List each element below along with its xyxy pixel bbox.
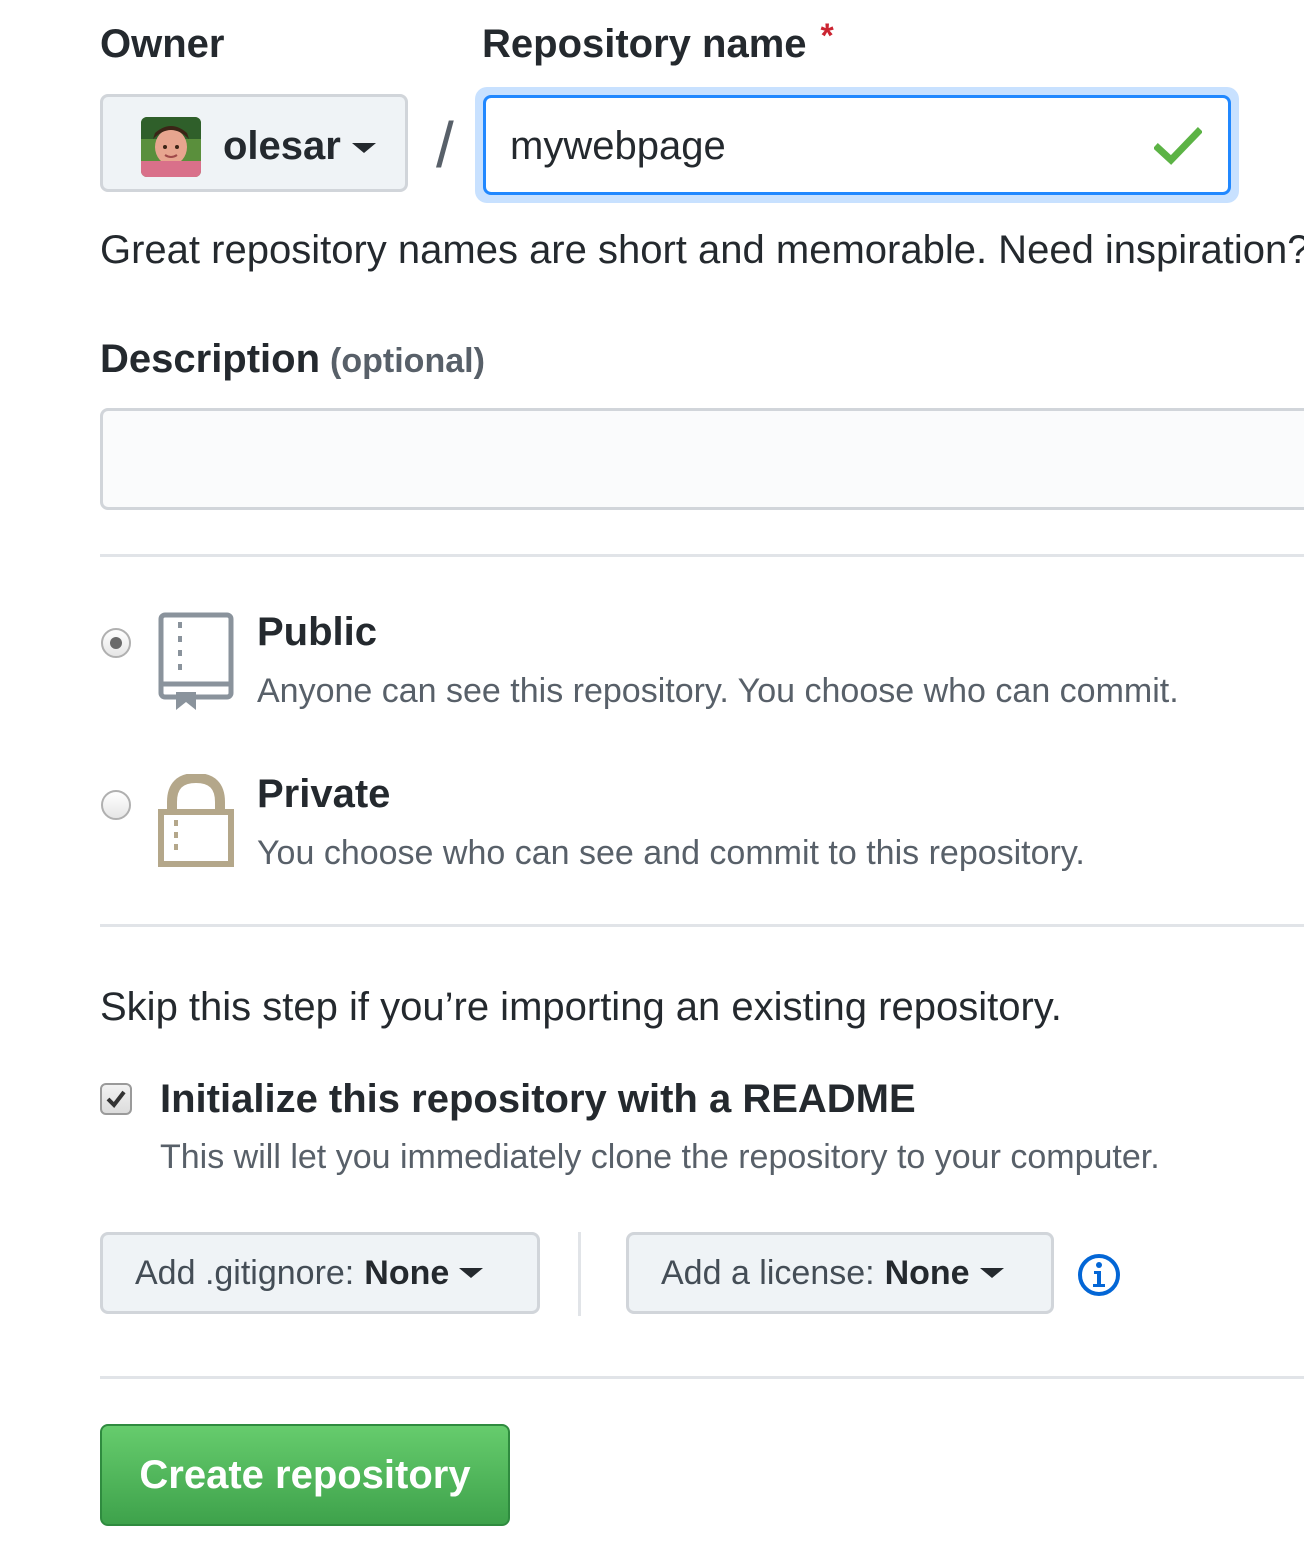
readme-label[interactable]: Initialize this repository with a README (160, 1077, 916, 1122)
readme-checkbox[interactable] (100, 1083, 132, 1115)
readme-description: This will let you immediately clone the … (160, 1138, 1160, 1176)
chevron-down-icon (979, 1268, 1004, 1278)
gitignore-value: None (364, 1253, 450, 1292)
repository-name-value: mywebpage (510, 124, 726, 168)
chevron-down-icon (459, 1268, 484, 1278)
owner-dropdown[interactable]: olesar (100, 94, 408, 192)
lock-icon (158, 774, 234, 867)
owner-name: olesar (223, 124, 341, 168)
private-description: You choose who can see and commit to thi… (257, 834, 1085, 872)
license-dropdown[interactable]: Add a license: None (626, 1232, 1054, 1314)
skip-step-text: Skip this step if you’re importing an ex… (100, 985, 1062, 1029)
license-value: None (884, 1253, 970, 1292)
public-title: Public (257, 610, 378, 654)
repository-name-input[interactable]: mywebpage (483, 95, 1231, 195)
repository-name-focus-ring: mywebpage (475, 87, 1239, 203)
info-icon[interactable] (1077, 1253, 1121, 1297)
description-label: Description (optional) (100, 337, 485, 382)
user-avatar-icon (141, 117, 201, 177)
public-description: Anyone can see this repository. You choo… (257, 672, 1179, 710)
description-label-text: Description (100, 337, 321, 381)
license-prefix: Add a license: (661, 1253, 875, 1292)
create-repository-button[interactable]: Create repository (100, 1424, 510, 1526)
gitignore-prefix: Add .gitignore: (135, 1253, 355, 1292)
required-marker: * (820, 17, 834, 55)
private-radio[interactable] (101, 790, 131, 820)
avatar (141, 117, 201, 177)
new-repository-form: Owner Repository name * olesar / mywebpag… (0, 0, 1304, 1564)
description-input[interactable] (100, 408, 1304, 510)
repo-book-icon (158, 612, 234, 710)
checkmark-icon (106, 1090, 126, 1109)
check-icon (1154, 127, 1202, 165)
gitignore-dropdown[interactable]: Add .gitignore: None (100, 1232, 540, 1314)
optional-label: (optional) (330, 342, 485, 380)
owner-repo-separator: / (436, 109, 454, 181)
repository-name-label-text: Repository name (482, 22, 807, 66)
divider (100, 924, 1304, 927)
private-title: Private (257, 772, 391, 816)
divider (100, 1376, 1304, 1379)
divider (100, 554, 1304, 557)
chevron-down-icon (352, 143, 376, 153)
owner-label: Owner (100, 22, 225, 66)
repository-name-hint: Great repository names are short and mem… (100, 228, 1304, 272)
repository-name-label: Repository name * (482, 17, 834, 67)
dropdown-separator (578, 1232, 581, 1316)
public-radio[interactable] (101, 628, 131, 658)
